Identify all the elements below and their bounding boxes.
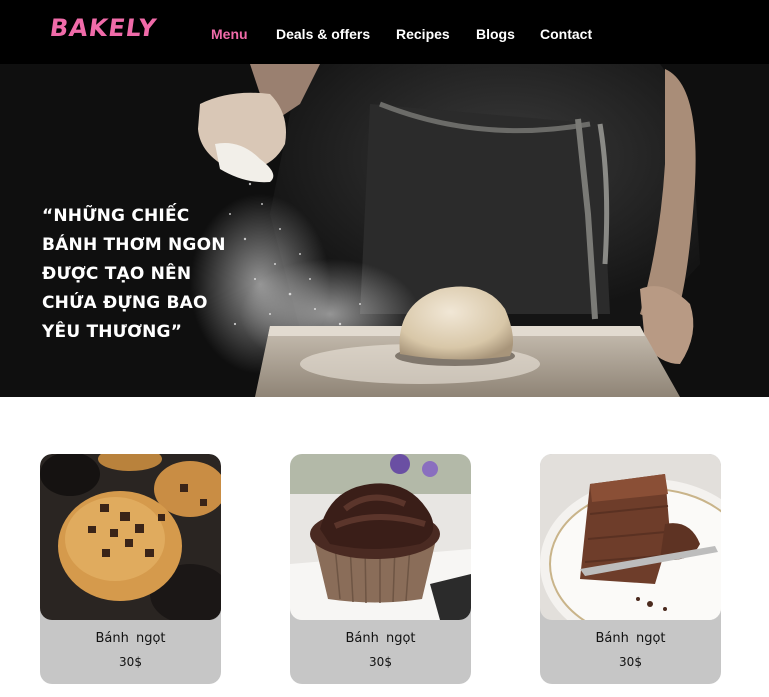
product-card[interactable]: Bánh ngọt 30$ [40,454,221,684]
product-name: Bánh ngọt [595,631,666,646]
nav-recipes[interactable]: Recipes [396,26,450,42]
nav-deals-offers[interactable]: Deals & offers [276,26,370,42]
product-price: 30$ [119,655,142,669]
navbar: BAKELY Menu Deals & offers Recipes Blogs… [0,0,769,64]
product-price: 30$ [369,655,392,669]
cookie-image [40,454,221,620]
nav-menu[interactable]: Menu [211,26,248,42]
product-price: 30$ [619,655,642,669]
product-name: Bánh ngọt [95,631,166,646]
hero-quote-line: CHỨA ĐỰNG BAO [42,293,208,313]
product-card[interactable]: Bánh ngọt 30$ [290,454,471,684]
nav-contact[interactable]: Contact [540,26,592,42]
hero-quote: “NHỮNG CHIẾC BÁNH THƠM NGON ĐƯỢC TẠO NÊN… [42,202,252,347]
nav-blogs[interactable]: Blogs [476,26,515,42]
hero-banner: “NHỮNG CHIẾC BÁNH THƠM NGON ĐƯỢC TẠO NÊN… [0,64,769,397]
cake-slice-image [540,454,721,620]
cupcake-image [290,454,471,620]
product-name: Bánh ngọt [345,631,416,646]
logo[interactable]: BAKELY [48,14,159,42]
hero-quote-line: ĐƯỢC TẠO NÊN [42,264,192,284]
hero-quote-line: “NHỮNG CHIẾC [42,206,190,226]
product-card[interactable]: Bánh ngọt 30$ [540,454,721,684]
hero-quote-line: YÊU THƯƠNG” [42,322,183,342]
hero-quote-line: BÁNH THƠM NGON [42,235,226,255]
